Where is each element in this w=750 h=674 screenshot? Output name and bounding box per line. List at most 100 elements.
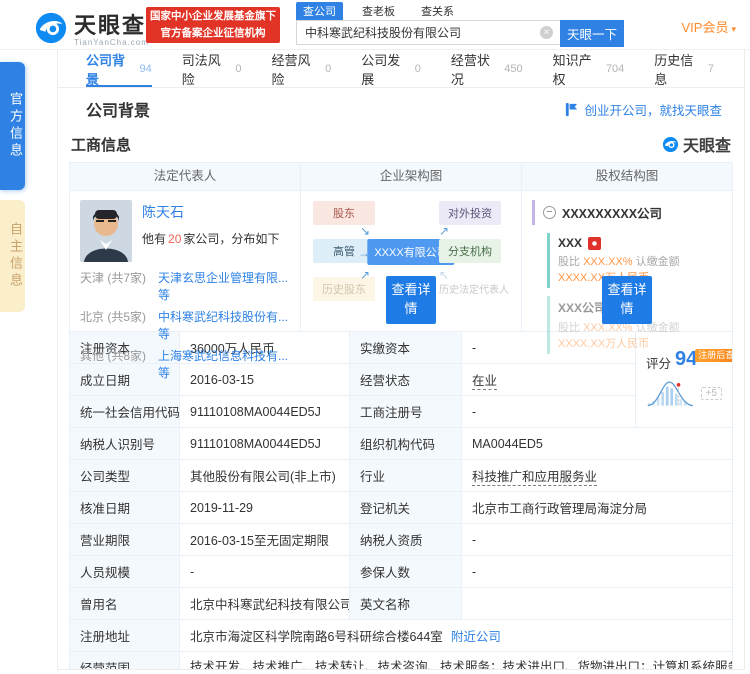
panel-header-equity-chart: 股权结构图 xyxy=(595,169,659,183)
field-value: MA0044ED5 xyxy=(461,427,733,460)
table-row: 注册地址 北京市海淀区科学院南路6号科研综合楼644室 附近公司 xyxy=(69,619,733,652)
field-label: 实缴资本 xyxy=(349,331,462,364)
equity-chart-panel: XXXXXXXXX公司 XXX 股比 XXX.XX% 认缴金额 xyxy=(522,191,732,354)
shareholders-box[interactable]: 股东 xyxy=(313,201,375,225)
nav-tab-operation-status[interactable]: 经营状况 450 xyxy=(451,50,523,87)
field-label: 经营状态 xyxy=(349,363,462,396)
field-label: 经营范围 xyxy=(69,650,180,669)
table-row: 统一社会信用代码 91110108MA0044ED5J 工商注册号 - xyxy=(69,395,733,428)
nav-tab-company-background[interactable]: 公司背景 94 xyxy=(86,50,152,87)
company-count[interactable]: 20 xyxy=(168,232,181,246)
tianyancha-logo-icon xyxy=(35,12,67,43)
equity-root-node[interactable]: XXXXXXXXX公司 xyxy=(532,200,722,225)
score-compare-note[interactable]: +5 xyxy=(700,386,722,400)
shareholder-name: XXX公司 xyxy=(558,301,607,315)
field-value: 2019-11-29 xyxy=(179,491,350,524)
field-label: 组织机构代码 xyxy=(349,427,462,460)
badge-line1: 国家中小企业发展基金旗下 xyxy=(150,10,276,22)
org-chart-detail-button[interactable]: 查看详情 xyxy=(386,276,436,324)
startup-promo-link[interactable]: 创业开公司，就找天眼查 xyxy=(564,100,722,119)
company-link[interactable]: 上海寒武纪信息科技有...等 xyxy=(158,347,290,381)
search-tabs: 查公司 查老板 查关系 xyxy=(296,1,624,20)
field-value: - xyxy=(461,555,733,588)
company-detail-card: 公司背景 94 司法风险 0 经营风险 0 公司发展 0 经营状况 450 知识产权 704… xyxy=(57,50,745,670)
field-label: 纳税人资质 xyxy=(349,523,462,556)
nav-tab-history-info[interactable]: 历史信息 7 xyxy=(654,50,714,87)
field-value: 在业 xyxy=(461,363,636,396)
score-distribution-chart xyxy=(647,381,694,407)
status-badge[interactable]: 在业 xyxy=(472,374,498,390)
search-clear-icon[interactable] xyxy=(540,26,553,39)
tab-count: 704 xyxy=(605,62,625,75)
region-label: 天津 (共7家) xyxy=(80,271,147,285)
org-chart-panel: 股东 高管 历史股东 ↘ → ↗ XXXX有限公司 ↗ → ↖ 对外投资 分支机… xyxy=(301,191,522,331)
official-certification-badge: 国家中小企业发展基金旗下 官方备案企业征信机构 xyxy=(146,7,280,43)
field-value: 91110108MA0044ED5J xyxy=(179,395,350,428)
legal-rep-desc: 他有 20 家公司，分布如下 xyxy=(142,232,280,246)
logo-text: 天眼查 xyxy=(74,13,147,38)
legal-rep-panel: 陈天石 他有 20 家公司，分布如下 天津 (共7家) 天津玄思企业管理有限...等 xyxy=(70,191,301,380)
tianyancha-watermark: 天眼查 xyxy=(662,132,731,156)
field-value xyxy=(461,587,733,620)
list-item: 天津 (共7家) 天津玄思企业管理有限...等 xyxy=(80,269,290,303)
table-row: 经营范围 技术开发、技术推广、技术转让、技术咨询、技术服务；技术进出口、货物进出… xyxy=(69,650,733,669)
branches-box[interactable]: 分支机构 xyxy=(439,239,501,263)
field-label: 登记机关 xyxy=(349,491,462,524)
vip-label: VIP会员 xyxy=(681,20,729,35)
tab-count: 0 xyxy=(414,62,421,75)
field-label: 参保人数 xyxy=(349,555,462,588)
industry-value[interactable]: 科技推广和应用服务业 xyxy=(472,470,598,486)
field-label: 核准日期 xyxy=(69,491,180,524)
business-info-title: 工商信息 xyxy=(71,136,132,154)
nav-tab-judicial-risk[interactable]: 司法风险 0 xyxy=(182,50,242,87)
field-value: - xyxy=(461,523,733,556)
company-link[interactable]: 中科寒武纪科技股份有...等 xyxy=(158,308,290,342)
field-label: 曾用名 xyxy=(69,587,180,620)
vip-member-link[interactable]: VIP会员 xyxy=(682,17,737,36)
search-button[interactable]: 天眼一下 xyxy=(560,20,624,47)
field-label: 营业期限 xyxy=(69,523,180,556)
tab-count: 0 xyxy=(235,62,242,75)
tab-count: 7 xyxy=(707,62,715,75)
equity-root-name: XXXXXXXXX公司 xyxy=(562,207,663,221)
nav-tab-intellectual-property[interactable]: 知识产权 704 xyxy=(553,50,625,87)
region-label: 其他 (共8家) xyxy=(80,349,147,363)
equity-chart-detail-button[interactable]: 查看详情 xyxy=(602,276,652,324)
region-label: 北京 (共5家) xyxy=(80,310,147,324)
legal-rep-avatar[interactable] xyxy=(80,200,132,262)
field-value: 北京市工商行政管理局海淀分局 xyxy=(461,491,733,524)
legal-rep-company-list: 天津 (共7家) 天津玄思企业管理有限...等 北京 (共5家) 中科寒武纪科技… xyxy=(80,269,290,381)
field-value: 91110108MA0044ED5J xyxy=(179,427,350,460)
field-value: 科技推广和应用服务业 xyxy=(461,459,733,492)
side-tab-official-info[interactable]: 官方信息 xyxy=(0,62,25,190)
company-link[interactable]: 天津玄思企业管理有限...等 xyxy=(158,269,290,303)
field-value: 北京中科寒武纪科技有限公司 xyxy=(179,587,350,620)
caret-down-icon xyxy=(731,24,736,34)
field-value: - xyxy=(461,395,636,428)
side-tab-self-info[interactable]: 自主信息 xyxy=(0,200,25,312)
outbound-investment-box[interactable]: 对外投资 xyxy=(439,201,501,225)
nav-tab-operation-risk[interactable]: 经营风险 0 xyxy=(271,50,331,87)
historical-legal-rep-box[interactable]: 历史法定代表人 xyxy=(439,277,509,300)
tab-count: 0 xyxy=(325,62,332,75)
logo[interactable]: 天眼查 TianYanCha.com xyxy=(34,8,149,47)
field-label: 纳税人识别号 xyxy=(69,427,180,460)
top-header: 天眼查 TianYanCha.com 国家中小企业发展基金旗下 官方备案企业征信… xyxy=(0,0,750,50)
table-row: 曾用名 北京中科寒武纪科技有限公司 英文名称 xyxy=(69,587,733,620)
nav-tab-company-development[interactable]: 公司发展 0 xyxy=(361,50,421,87)
collapse-icon[interactable] xyxy=(543,206,556,219)
list-item: 其他 (共8家) 上海寒武纪信息科技有...等 xyxy=(80,347,290,381)
field-value: 北京市海淀区科学院南路6号科研综合楼644室 附近公司 xyxy=(179,619,733,652)
tab-search-boss[interactable]: 查老板 xyxy=(355,2,402,20)
tab-search-relation[interactable]: 查关系 xyxy=(414,2,461,20)
field-value: - xyxy=(179,555,350,588)
legal-rep-name-link[interactable]: 陈天石 xyxy=(142,202,279,222)
tab-search-company[interactable]: 查公司 xyxy=(296,1,343,20)
table-row: 纳税人识别号 91110108MA0044ED5J 组织机构代码 MA0044E… xyxy=(69,427,733,460)
field-label: 行业 xyxy=(349,459,462,492)
table-row: 营业期限 2016-03-15至无固定期限 纳税人资质 - xyxy=(69,523,733,556)
nearby-companies-link[interactable]: 附近公司 xyxy=(451,630,501,644)
search-input[interactable] xyxy=(296,20,560,45)
field-label: 英文名称 xyxy=(349,587,462,620)
field-value: 其他股份有限公司(非上市) xyxy=(179,459,350,492)
